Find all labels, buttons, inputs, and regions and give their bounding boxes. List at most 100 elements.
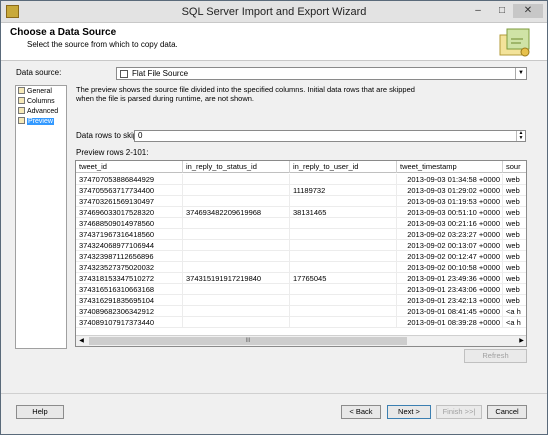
nav-item-label: Preview xyxy=(27,118,54,125)
table-cell: web xyxy=(503,196,526,207)
table-cell: 374323527375020032 xyxy=(76,262,183,273)
preview-grid[interactable]: tweet_id in_reply_to_status_id in_reply_… xyxy=(75,160,527,347)
table-row[interactable]: 374703261569130497 2013-09-03 01:19:53 +0… xyxy=(76,196,526,207)
refresh-button[interactable]: Refresh xyxy=(464,349,527,363)
table-row[interactable]: 374316291835695104 2013-09-01 23:42:13 +0… xyxy=(76,295,526,306)
table-cell: 2013-09-02 00:13:07 +0000 xyxy=(397,240,503,251)
wizard-window: SQL Server Import and Export Wizard – □ … xyxy=(0,0,548,435)
table-row[interactable]: 374371967316418560 2013-09-02 03:23:27 +0… xyxy=(76,229,526,240)
table-row[interactable]: 374318153347510272 374315191917219840 1776… xyxy=(76,273,526,284)
minimize-button[interactable]: – xyxy=(467,4,489,18)
table-cell: 374707053886844929 xyxy=(76,174,183,185)
grid-header: tweet_id in_reply_to_status_id in_reply_… xyxy=(76,161,526,173)
scroll-thumb[interactable]: III xyxy=(89,337,407,345)
table-row[interactable]: 374089682306342912 2013-09-01 08:41:45 +0… xyxy=(76,306,526,317)
help-button[interactable]: Help xyxy=(16,405,64,419)
column-header[interactable]: tweet_timestamp xyxy=(397,161,503,173)
scroll-left-icon[interactable]: ◀ xyxy=(76,336,87,346)
table-row[interactable]: 374705563717734400 11189732 2013-09-03 01:… xyxy=(76,185,526,196)
table-cell: 2013-09-01 23:42:13 +0000 xyxy=(397,295,503,306)
page-navigation: General Columns Advanced Preview xyxy=(15,85,67,349)
close-button[interactable]: ✕ xyxy=(513,4,543,18)
table-cell xyxy=(290,196,397,207)
table-cell xyxy=(290,262,397,273)
nav-item-general[interactable]: General xyxy=(18,87,52,96)
column-header[interactable]: tweet_id xyxy=(76,161,183,173)
table-row[interactable]: 374707053886844929 2013-09-03 01:34:58 +0… xyxy=(76,174,526,185)
table-row[interactable]: 374696033017528320 374693482209619968 3813… xyxy=(76,207,526,218)
nav-item-advanced[interactable]: Advanced xyxy=(18,107,58,116)
table-cell: 17765045 xyxy=(290,273,397,284)
table-cell: 2013-09-02 00:12:47 +0000 xyxy=(397,251,503,262)
table-cell xyxy=(290,284,397,295)
table-cell: 2013-09-01 08:41:45 +0000 xyxy=(397,306,503,317)
table-row[interactable]: 374089107917373440 2013-09-01 08:39:28 +0… xyxy=(76,317,526,328)
columns-icon xyxy=(18,97,25,104)
nav-item-columns[interactable]: Columns xyxy=(18,97,55,106)
table-cell: 374688509014978560 xyxy=(76,218,183,229)
table-cell: web xyxy=(503,229,526,240)
rows-to-skip-label: Data rows to skip: xyxy=(76,131,140,140)
horizontal-scrollbar[interactable]: ◀ III ▶ xyxy=(76,335,526,346)
table-cell: 374318153347510272 xyxy=(76,273,183,284)
page-header: Choose a Data Source Select the source f… xyxy=(1,23,547,61)
table-cell xyxy=(290,306,397,317)
table-row[interactable]: 374323987112656896 2013-09-02 00:12:47 +0… xyxy=(76,251,526,262)
table-cell xyxy=(183,218,290,229)
table-cell: web xyxy=(503,240,526,251)
table-cell: web xyxy=(503,284,526,295)
table-cell: 374703261569130497 xyxy=(76,196,183,207)
table-cell: web xyxy=(503,174,526,185)
advanced-icon xyxy=(18,107,25,114)
table-cell xyxy=(290,251,397,262)
table-cell xyxy=(290,240,397,251)
table-cell: 374316291835695104 xyxy=(76,295,183,306)
table-cell: 374089107917373440 xyxy=(76,317,183,328)
spinner-arrows-icon[interactable]: ▲ ▼ xyxy=(516,131,525,141)
data-source-dropdown[interactable]: Flat File Source ▼ xyxy=(116,67,527,80)
rows-to-skip-spinner[interactable]: 0 ▲ ▼ xyxy=(134,130,526,142)
data-source-value: Flat File Source xyxy=(132,69,189,78)
table-cell: 2013-09-01 23:49:36 +0000 xyxy=(397,273,503,284)
column-header[interactable]: in_reply_to_user_id xyxy=(290,161,397,173)
table-cell: web xyxy=(503,185,526,196)
table-cell: 374324068977106944 xyxy=(76,240,183,251)
title-bar[interactable]: SQL Server Import and Export Wizard – □ … xyxy=(1,1,547,23)
table-cell xyxy=(183,185,290,196)
chevron-down-icon[interactable]: ▼ xyxy=(515,68,526,79)
finish-button[interactable]: Finish >>| xyxy=(436,405,482,419)
maximize-button[interactable]: □ xyxy=(491,4,513,18)
table-cell xyxy=(183,229,290,240)
table-row[interactable]: 374316516310663168 2013-09-01 23:43:06 +0… xyxy=(76,284,526,295)
nav-item-preview[interactable]: Preview xyxy=(18,117,54,126)
table-cell xyxy=(183,196,290,207)
page-subtitle: Select the source from which to copy dat… xyxy=(27,40,178,49)
column-header[interactable]: sour xyxy=(503,161,526,173)
column-header[interactable]: in_reply_to_status_id xyxy=(183,161,290,173)
page-title: Choose a Data Source xyxy=(10,27,117,38)
table-cell: 2013-09-01 08:39:28 +0000 xyxy=(397,317,503,328)
cancel-button[interactable]: Cancel xyxy=(487,405,527,419)
nav-item-label: General xyxy=(27,88,52,95)
table-cell: 11189732 xyxy=(290,185,397,196)
table-cell xyxy=(290,174,397,185)
table-cell: web xyxy=(503,273,526,284)
footer-divider xyxy=(1,393,547,394)
back-button[interactable]: < Back xyxy=(341,405,381,419)
flat-file-icon xyxy=(120,70,128,78)
scroll-right-icon[interactable]: ▶ xyxy=(516,336,526,346)
table-cell xyxy=(290,229,397,240)
table-cell: 2013-09-03 01:34:58 +0000 xyxy=(397,174,503,185)
wizard-banner-icon xyxy=(499,28,530,57)
table-row[interactable]: 374323527375020032 2013-09-02 00:10:58 +0… xyxy=(76,262,526,273)
general-icon xyxy=(18,87,25,94)
table-cell: web xyxy=(503,218,526,229)
table-cell: 374315191917219840 xyxy=(183,273,290,284)
preview-icon xyxy=(18,117,25,124)
next-button[interactable]: Next > xyxy=(387,405,431,419)
table-cell: 374316516310663168 xyxy=(76,284,183,295)
table-row[interactable]: 374688509014978560 2013-09-03 00:21:16 +0… xyxy=(76,218,526,229)
table-cell xyxy=(183,306,290,317)
table-cell: 2013-09-02 03:23:27 +0000 xyxy=(397,229,503,240)
table-row[interactable]: 374324068977106944 2013-09-02 00:13:07 +0… xyxy=(76,240,526,251)
